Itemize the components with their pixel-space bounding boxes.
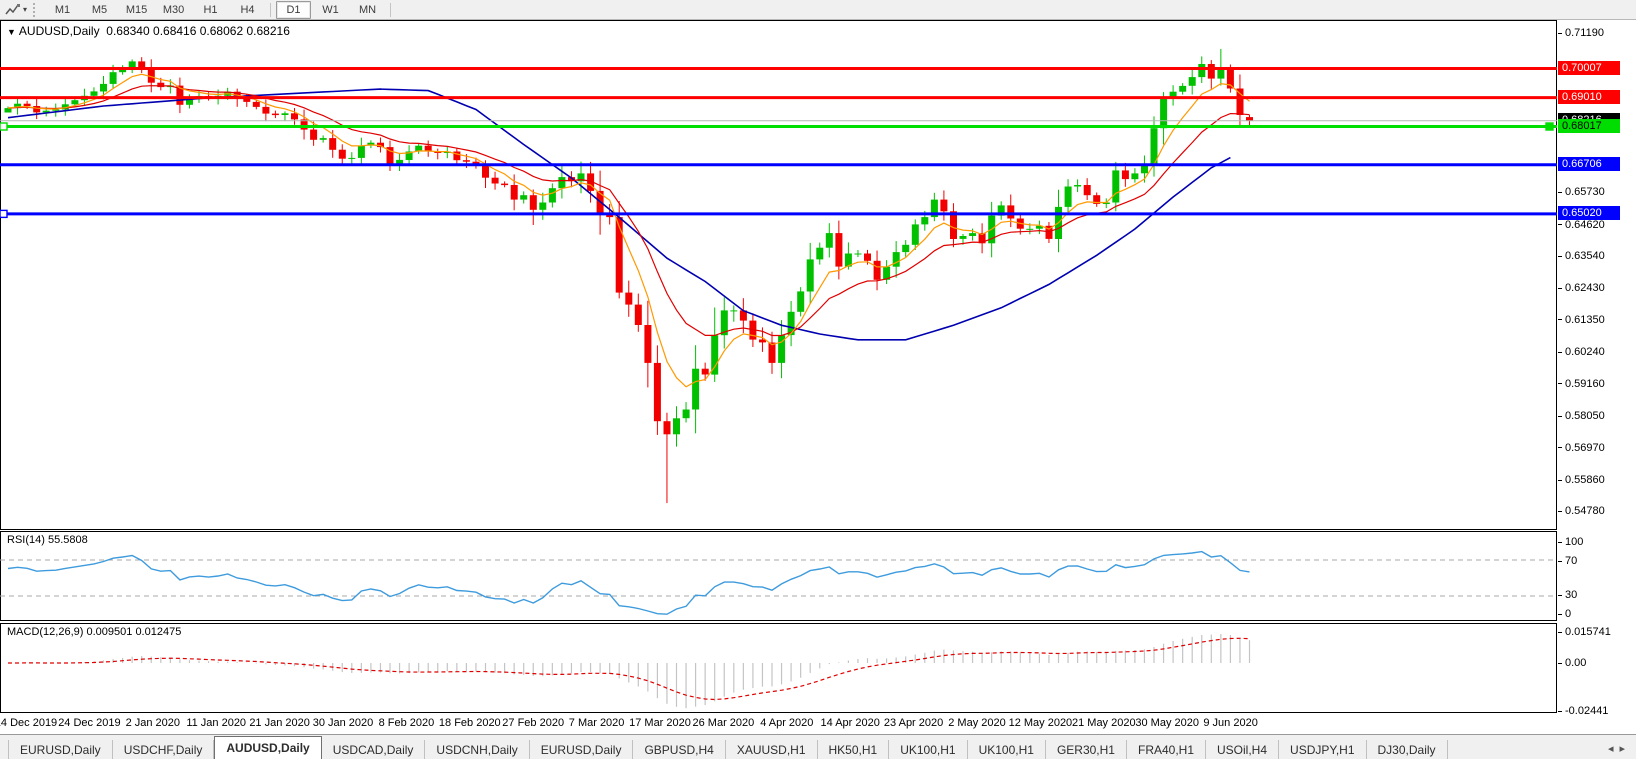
chart-high-value: 0.68416 <box>153 24 196 38</box>
chart-tab-9-uk100-h1[interactable]: UK100,H1 <box>889 740 967 759</box>
price-tick-0.60240: 0.60240 <box>1558 346 1605 359</box>
mt4-window: ▾ M1M5M15M30H1H4D1W1MN ▼AUDUSD,Daily 0.6… <box>0 0 1636 759</box>
price-level-badge-0.68017: 0.68017 <box>1558 119 1620 133</box>
rsi-indicator-pane[interactable] <box>0 531 1558 621</box>
toolbar-grip[interactable] <box>33 3 40 17</box>
rsi-tick-30: 30 <box>1558 589 1577 602</box>
date-label: 9 Jun 2020 <box>1186 717 1276 729</box>
timeframe-button-w1[interactable]: W1 <box>313 1 348 19</box>
price-tick-0.55860: 0.55860 <box>1558 474 1605 487</box>
level-line-handle[interactable] <box>1546 123 1553 130</box>
toolbar-separator <box>270 3 271 17</box>
level-line-handle[interactable] <box>0 123 7 130</box>
timeframe-toolbar: ▾ M1M5M15M30H1H4 D1W1MN <box>0 0 1636 20</box>
price-level-badge-0.65020: 0.65020 <box>1558 206 1620 220</box>
chart-tab-15-dj30-daily[interactable]: DJ30,Daily <box>1367 740 1448 759</box>
timeframe-button-m5[interactable]: M5 <box>82 1 117 19</box>
chart-tab-2-audusd-daily[interactable]: AUDUSD,Daily <box>214 736 321 759</box>
price-tick-0.54780: 0.54780 <box>1558 505 1605 518</box>
rsi-label: RSI(14) 55.5808 <box>7 534 88 546</box>
chart-tab-1-usdchf-daily[interactable]: USDCHF,Daily <box>113 740 215 759</box>
price-tick-0.71190: 0.71190 <box>1558 27 1604 40</box>
chart-tab-7-xauusd-h1[interactable]: XAUUSD,H1 <box>726 740 818 759</box>
chart-tab-6-gbpusd-h4[interactable]: GBPUSD,H4 <box>633 740 725 759</box>
chart-low-value: 0.68062 <box>200 24 243 38</box>
chart-open-value: 0.68340 <box>106 24 149 38</box>
price-tick-0.63540: 0.63540 <box>1558 250 1605 263</box>
chart-title-caret-icon[interactable]: ▼ <box>7 27 16 37</box>
chart-symbol-period: AUDUSD,Daily <box>19 24 100 38</box>
main-chart-pane[interactable] <box>0 20 1558 530</box>
rsi-tick-100: 100 <box>1558 536 1583 549</box>
toolbar-separator <box>390 3 391 17</box>
price-tick-0.59160: 0.59160 <box>1558 378 1605 391</box>
chart-tab-13-usoil-h4[interactable]: USOil,H4 <box>1206 740 1279 759</box>
price-tick-0.61350: 0.61350 <box>1558 314 1605 327</box>
price-level-badge-0.70007: 0.70007 <box>1558 61 1620 75</box>
price-level-badge-0.69010: 0.69010 <box>1558 90 1620 104</box>
macd-tick--0.02441: -0.02441 <box>1558 705 1608 718</box>
chart-tab-12-fra40-h1[interactable]: FRA40,H1 <box>1127 740 1206 759</box>
chart-tab-0-eurusd-daily[interactable]: EURUSD,Daily <box>8 740 113 759</box>
macd-main-value: 0.009501 <box>86 626 132 638</box>
macd-tick-0.00: 0.00 <box>1558 657 1586 670</box>
tab-scroll-right-icon[interactable]: ▸ <box>1619 743 1631 755</box>
price-axis: 0.711900.679200.657300.646200.635400.624… <box>1558 20 1636 713</box>
price-tick-0.65730: 0.65730 <box>1558 186 1605 199</box>
price-level-badge-0.66706: 0.66706 <box>1558 157 1620 171</box>
chart-tab-11-ger30-h1[interactable]: GER30,H1 <box>1046 740 1127 759</box>
chart-tab-bar: EURUSD,DailyUSDCHF,DailyAUDUSD,DailyUSDC… <box>0 734 1636 759</box>
macd-label: MACD(12,26,9) 0.009501 0.012475 <box>7 626 181 638</box>
chart-close-value: 0.68216 <box>246 24 289 38</box>
price-tick-0.62430: 0.62430 <box>1558 282 1605 295</box>
price-tick-0.56970: 0.56970 <box>1558 442 1605 455</box>
macd-indicator-pane[interactable] <box>0 623 1558 713</box>
macd-tick-0.015741: 0.015741 <box>1558 626 1611 639</box>
timeframe-button-h1[interactable]: H1 <box>193 1 228 19</box>
chart-tab-3-usdcad-daily[interactable]: USDCAD,Daily <box>322 740 426 759</box>
chart-tab-14-usdjpy-h1[interactable]: USDJPY,H1 <box>1279 740 1366 759</box>
tab-scroll-left-icon[interactable]: ◂ <box>1608 743 1620 755</box>
rsi-tick-0: 0 <box>1558 608 1571 621</box>
timeframe-button-m30[interactable]: M30 <box>156 1 191 19</box>
level-line-handle[interactable] <box>0 210 7 217</box>
macd-signal-value: 0.012475 <box>135 626 181 638</box>
chart-tab-8-hk50-h1[interactable]: HK50,H1 <box>818 740 890 759</box>
date-axis: 14 Dec 201924 Dec 20192 Jan 202011 Jan 2… <box>0 713 1557 733</box>
chart-tab-10-uk100-h1[interactable]: UK100,H1 <box>968 740 1046 759</box>
timeframe-button-h4[interactable]: H4 <box>230 1 265 19</box>
timeframe-button-m15[interactable]: M15 <box>119 1 154 19</box>
chart-tab-4-usdcnh-daily[interactable]: USDCNH,Daily <box>425 740 529 759</box>
timeframe-button-d1[interactable]: D1 <box>276 1 311 19</box>
chart-tools-icon[interactable] <box>3 2 23 17</box>
price-tick-0.58050: 0.58050 <box>1558 410 1605 423</box>
tab-scroll-arrows[interactable]: ◂▸ <box>1608 742 1631 755</box>
chevron-down-icon[interactable]: ▾ <box>23 5 27 14</box>
price-tick-0.64620: 0.64620 <box>1558 219 1605 232</box>
rsi-tick-70: 70 <box>1558 555 1577 568</box>
chart-title: ▼AUDUSD,Daily 0.68340 0.68416 0.68062 0.… <box>7 24 290 38</box>
rsi-current-value: 55.5808 <box>48 534 88 546</box>
timeframe-button-m1[interactable]: M1 <box>45 1 80 19</box>
timeframe-button-mn[interactable]: MN <box>350 1 385 19</box>
chart-tab-5-eurusd-daily[interactable]: EURUSD,Daily <box>530 740 634 759</box>
